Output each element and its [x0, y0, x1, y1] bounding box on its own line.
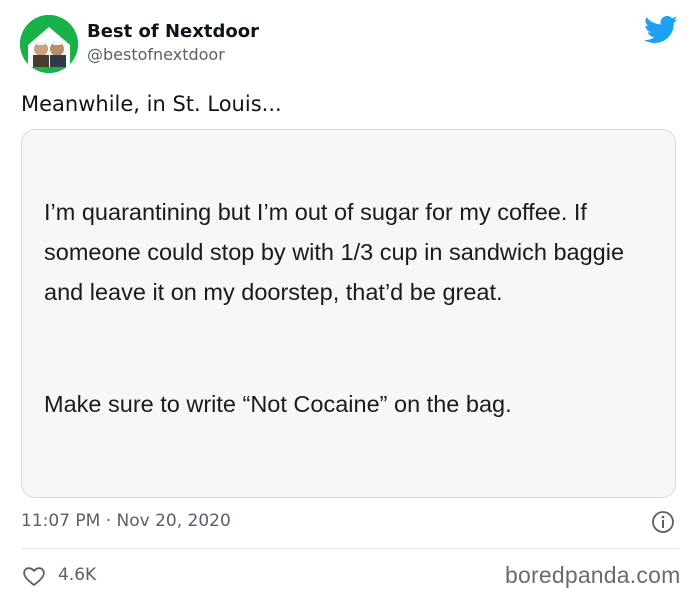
- divider: [21, 548, 679, 549]
- author-avatar[interactable]: [20, 15, 78, 73]
- tweet-text: Meanwhile, in St. Louis...: [21, 92, 282, 116]
- card-paragraph: I’m quarantining but I’m out of sugar fo…: [44, 199, 625, 305]
- watermark: boredpanda.com: [505, 562, 681, 588]
- author-handle[interactable]: @bestofnextdoor: [87, 45, 225, 64]
- nextdoor-house-avatar-icon: [20, 15, 78, 73]
- tweet-timestamp[interactable]: 11:07 PM · Nov 20, 2020: [21, 511, 231, 531]
- author-name[interactable]: Best of Nextdoor: [87, 21, 259, 42]
- screenshot-card[interactable]: I’m quarantining but I’m out of sugar fo…: [21, 129, 676, 498]
- heart-icon[interactable]: [22, 565, 46, 587]
- info-icon[interactable]: [651, 510, 675, 534]
- twitter-bird-icon[interactable]: [644, 15, 678, 45]
- card-paragraph: Make sure to write “Not Cocaine” on the …: [44, 391, 512, 417]
- like-count[interactable]: 4.6K: [58, 565, 96, 585]
